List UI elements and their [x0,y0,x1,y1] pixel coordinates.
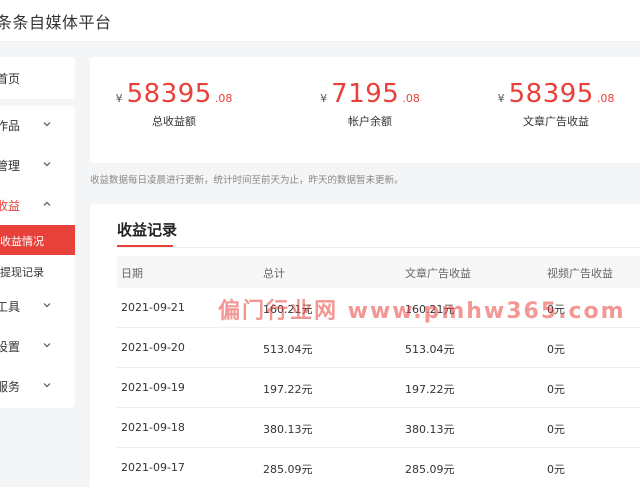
cell-date: 2021-09-18 [121,421,185,434]
cell-video-ad: 0元 [547,343,565,356]
stat-label: 帐户余额 [348,115,392,128]
amount-decimal: .08 [214,92,233,105]
amount-integer: 58395 [508,79,594,109]
sidebar-item-label: 管理 [0,159,21,173]
chevron-down-icon [43,303,51,308]
amount-decimal: .08 [596,92,615,105]
sidebar-item-label: 设置 [0,340,21,354]
cell-video-ad: 0元 [547,423,565,436]
stat-account-balance: ¥7195.08 帐户余额 [290,79,450,129]
table-row: 2021-09-17 285.09元 285.09元 0元 [117,448,640,487]
stat-amount: ¥58395.08 [94,79,254,109]
cell-video-ad: 0元 [547,383,565,396]
cell-date: 2021-09-21 [121,301,185,314]
amount-decimal: .08 [402,92,420,105]
sidebar-item-income[interactable]: 收益 [0,190,75,220]
sidebar-item-label: 工具 [0,300,21,314]
chevron-up-icon [43,201,51,206]
cell-article-ad: 285.09元 [405,463,455,476]
stat-amount: ¥7195.08 [290,79,450,109]
stat-total-income: ¥58395.08 总收益额 [94,79,254,129]
stat-label: 文章广告收益 [523,115,589,128]
update-note: 收益数据每日凌晨进行更新，统计时间至前天为止，昨天的数据暂未更新。 [90,175,404,186]
currency-symbol: ¥ [320,92,328,105]
cell-date: 2021-09-20 [121,341,185,354]
sidebar-item-tools[interactable]: 工具 [0,291,75,321]
sidebar-item-label: 首页 [0,72,21,86]
sidebar-item-works[interactable]: 作品 [0,110,75,140]
table-row: 2021-09-18 380.13元 380.13元 0元 [117,408,640,448]
chevron-down-icon [43,122,51,127]
sidebar-menu: 作品 管理 收益 收益情况 提现记录 工具 设置 服务 [0,106,75,408]
sidebar-item-label: 收益 [0,199,21,213]
cell-video-ad: 0元 [547,463,565,476]
cell-date: 2021-09-17 [121,461,185,474]
income-summary: ¥58395.08 总收益额 ¥7195.08 帐户余额 ¥58395.08 文… [90,57,640,163]
sidebar-item-service[interactable]: 服务 [0,371,75,401]
sidebar-subitem-label: 提现记录 [0,266,44,279]
column-header-date: 日期 [121,267,143,280]
cell-total: 285.09元 [263,463,313,476]
table-row: 2021-09-20 513.04元 513.04元 0元 [117,328,640,368]
cell-total: 197.22元 [263,383,313,396]
sidebar-item-home[interactable]: 首页 [0,63,75,93]
stat-amount: ¥58395.08 [476,79,636,109]
chevron-down-icon [43,162,51,167]
cell-date: 2021-09-19 [121,381,185,394]
watermark-text: 偏门行业网 www.pmhw365.com [218,299,626,324]
sidebar-home-card: 首页 [0,57,75,99]
sidebar-item-label: 作品 [0,119,21,133]
cell-total: 380.13元 [263,423,313,436]
divider [117,247,640,248]
chevron-down-icon [43,343,51,348]
sidebar-subitem-label: 收益情况 [0,235,44,248]
app-title: 条条自媒体平台 [0,13,112,32]
sidebar-item-settings[interactable]: 设置 [0,331,75,361]
sidebar-subitem-income-status[interactable]: 收益情况 [0,225,75,255]
sidebar-item-manage[interactable]: 管理 [0,150,75,180]
column-header-article-ad: 文章广告收益 [405,267,471,280]
table-row: 2021-09-19 197.22元 197.22元 0元 [117,368,640,408]
sidebar-item-label: 服务 [0,380,21,394]
column-header-total: 总计 [263,267,285,280]
stat-article-ad-income: ¥58395.08 文章广告收益 [476,79,636,129]
cell-article-ad: 513.04元 [405,343,455,356]
amount-integer: 58395 [126,79,212,109]
chevron-down-icon [43,383,51,388]
records-tab[interactable]: 收益记录 [117,219,177,240]
income-records-panel: 收益记录 日期 总计 文章广告收益 视频广告收益 2021-09-21 160.… [90,204,640,487]
currency-symbol: ¥ [497,92,505,105]
stat-label: 总收益额 [152,115,196,128]
sidebar-subitem-withdraw-records[interactable]: 提现记录 [0,256,75,286]
cell-article-ad: 380.13元 [405,423,455,436]
column-header-video-ad: 视频广告收益 [547,267,613,280]
cell-article-ad: 197.22元 [405,383,455,396]
currency-symbol: ¥ [115,92,123,105]
cell-total: 513.04元 [263,343,313,356]
table-header: 日期 总计 文章广告收益 视频广告收益 [117,256,640,288]
top-bar: 条条自媒体平台 [0,0,640,42]
amount-integer: 7195 [331,79,400,109]
